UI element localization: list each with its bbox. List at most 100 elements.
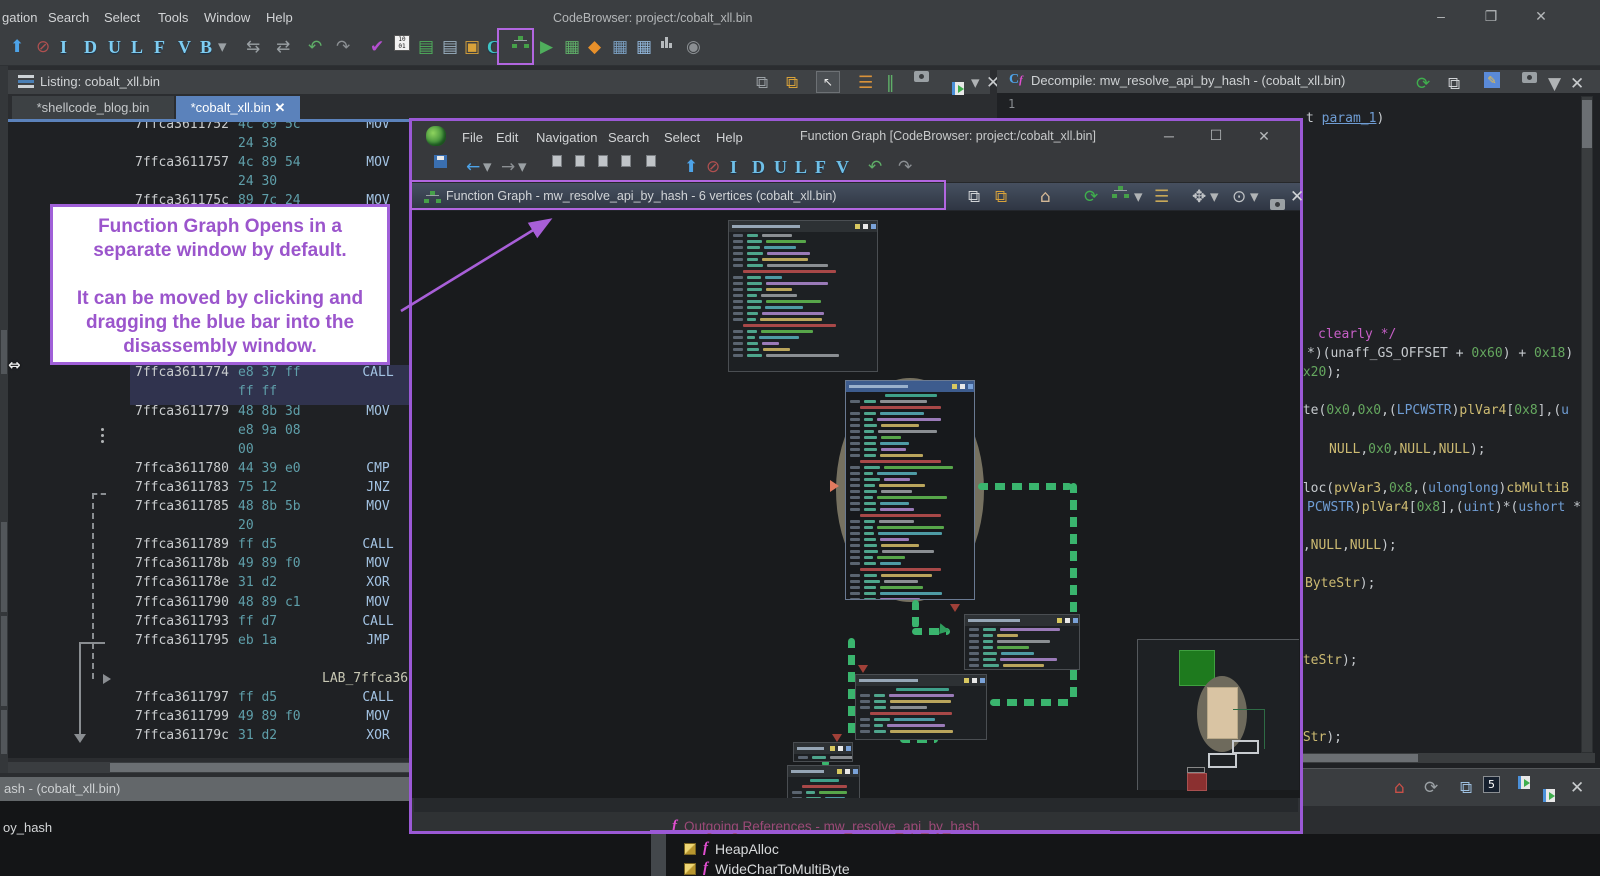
minimize-button[interactable]: –	[1430, 8, 1452, 24]
vertex-titlebar[interactable]	[788, 766, 859, 777]
page-icon[interactable]	[575, 155, 585, 167]
letter-i-icon[interactable]: I	[60, 35, 67, 59]
decompile-header[interactable]: Cf Decompile: mw_resolve_api_by_hash - (…	[997, 70, 1600, 93]
vertex-current[interactable]	[845, 380, 975, 600]
caret-down-icon[interactable]: ▾	[518, 155, 527, 179]
letter-d-icon[interactable]: D	[752, 155, 765, 179]
fg-hscrollbar[interactable]	[414, 798, 1298, 812]
relayout-graph-icon[interactable]	[1112, 185, 1128, 199]
menu-help[interactable]: Help	[716, 130, 743, 145]
vertex-exit[interactable]	[787, 765, 860, 798]
edit-icon[interactable]	[837, 769, 842, 774]
view-icon[interactable]	[845, 769, 850, 774]
menu-navigation[interactable]: Navigation	[536, 130, 597, 145]
decompile-vscrollbar[interactable]	[1581, 96, 1593, 753]
snapshot-icon[interactable]	[914, 71, 929, 82]
cursor-location-icon[interactable]: ↖	[816, 71, 840, 93]
vertex-3[interactable]	[964, 614, 1080, 670]
paste-icon[interactable]: ⧉	[786, 71, 798, 95]
data-type-manager-icon[interactable]: ▣	[464, 35, 480, 59]
view-icon[interactable]	[972, 678, 977, 683]
caret-down-icon[interactable]: ▾	[218, 35, 227, 59]
fg-close-button[interactable]: ✕	[1253, 128, 1275, 145]
save-icon[interactable]	[434, 155, 447, 168]
redo-icon[interactable]: ↷	[898, 155, 912, 179]
view-icon[interactable]	[838, 746, 843, 751]
fg-minimize-button[interactable]: ─	[1158, 128, 1180, 144]
clear-code-icon[interactable]: ⊘	[706, 155, 720, 179]
vertex-titlebar[interactable]	[965, 615, 1079, 626]
view-icon[interactable]	[980, 678, 985, 683]
letter-u-icon[interactable]: U	[774, 155, 787, 179]
drag-handle-icon[interactable]	[101, 428, 104, 431]
caret-down-icon[interactable]: ▾	[1210, 185, 1219, 209]
undo-icon[interactable]: ↶	[868, 155, 882, 179]
page-icon[interactable]	[598, 155, 608, 167]
caret-down-icon[interactable]: ▾	[971, 71, 980, 95]
letter-f-ic[interactable]: F	[154, 35, 165, 59]
caret-down-icon[interactable]: ▾	[483, 155, 492, 179]
clear-code-icon[interactable]: ⊘	[36, 35, 50, 59]
edit-icon[interactable]	[830, 746, 835, 751]
letter-b-icon[interactable]: B	[200, 35, 212, 59]
close-icon[interactable]: ✕	[1290, 185, 1304, 209]
menu-tools[interactable]: Tools	[158, 10, 188, 25]
copy-icon[interactable]: ⧉	[968, 185, 980, 209]
redo-icon[interactable]: ↷	[336, 35, 350, 59]
refresh-icon[interactable]: ⟳	[1084, 185, 1098, 209]
caret-down-icon[interactable]: ▾	[1250, 185, 1259, 209]
listing-hscrollbar-thumb[interactable]	[110, 763, 418, 772]
copy-icon[interactable]: ⧉	[1448, 72, 1460, 96]
letter-l-icon[interactable]: L	[131, 35, 143, 59]
menu-search[interactable]: Search	[48, 10, 89, 25]
close-icon[interactable]: ✕	[1570, 72, 1584, 96]
magnify-icon[interactable]: ⊙	[1232, 185, 1246, 209]
decompile-hscrollbar-thumb[interactable]	[1286, 754, 1418, 762]
nav-up-icon[interactable]: ⬆	[10, 35, 24, 59]
swap-prev-icon[interactable]: ⇆	[246, 35, 260, 59]
snapshot-icon[interactable]	[1270, 199, 1285, 210]
symbol-table-icon[interactable]: ▦	[612, 35, 628, 59]
edit-icon[interactable]	[964, 678, 969, 683]
script-manager-icon[interactable]: ▤	[418, 35, 434, 59]
count-badge[interactable]: 5	[1483, 776, 1500, 793]
menu-select[interactable]: Select	[664, 130, 700, 145]
run-icon[interactable]: ▶	[540, 35, 553, 59]
view-icon[interactable]	[1065, 618, 1070, 623]
listing-header[interactable]: Listing: cobalt_xll.bin ⧉ ⧉ ↖ ☰ ‖ ▾ ✕	[8, 70, 1000, 95]
validate-icon[interactable]: ✔	[370, 35, 384, 59]
audio-icon[interactable]: ◉	[686, 35, 701, 59]
block-format-icon[interactable]: ☰	[1154, 185, 1169, 209]
vertex-titlebar[interactable]	[846, 381, 974, 392]
fg-titlebar[interactable]: Function Graph [CodeBrowser: project:/co…	[412, 121, 1300, 151]
fg-maximize-button[interactable]: ☐	[1205, 127, 1227, 144]
tab-shellcode-blog[interactable]: *shellcode_blog.bin	[12, 96, 174, 120]
windows-icon[interactable]: ⧉	[1460, 776, 1472, 800]
menu-help[interactable]: Help	[266, 10, 293, 25]
bookmarks-icon[interactable]: ▤	[442, 35, 458, 59]
letter-l-icon[interactable]: L	[795, 155, 807, 179]
vertex-titlebar[interactable]	[729, 221, 877, 232]
menu-gation[interactable]: gation	[2, 10, 37, 25]
refresh-icon[interactable]: ⟳	[1416, 72, 1430, 96]
open-book-add-icon[interactable]	[1543, 789, 1555, 802]
vertex-4[interactable]	[855, 674, 987, 740]
menu-select[interactable]: Select	[104, 10, 140, 25]
view-icon[interactable]	[846, 746, 851, 751]
back-icon[interactable]: ←	[466, 155, 480, 179]
vertex-5[interactable]	[793, 742, 853, 762]
swap-next-icon[interactable]: ⇄	[276, 35, 290, 59]
tree-item[interactable]: f WideCharToMultiByte	[684, 860, 850, 876]
letter-d-icon[interactable]: D	[84, 35, 97, 59]
page-icon[interactable]	[621, 155, 631, 167]
caret-down-icon[interactable]: ▾	[1134, 185, 1143, 209]
edit-icon[interactable]	[1057, 618, 1062, 623]
view-icon[interactable]	[968, 384, 973, 389]
vertex-titlebar[interactable]	[856, 675, 986, 686]
tab-cobalt-xll[interactable]: *cobalt_xll.bin ✕	[176, 96, 300, 120]
memory-map-icon[interactable]: ▦	[564, 35, 580, 59]
menu-window[interactable]: Window	[204, 10, 250, 25]
tab-close-icon[interactable]: ✕	[271, 100, 285, 115]
home-icon[interactable]: ⌂	[1394, 776, 1405, 800]
letter-v-icon[interactable]: V	[178, 35, 191, 59]
